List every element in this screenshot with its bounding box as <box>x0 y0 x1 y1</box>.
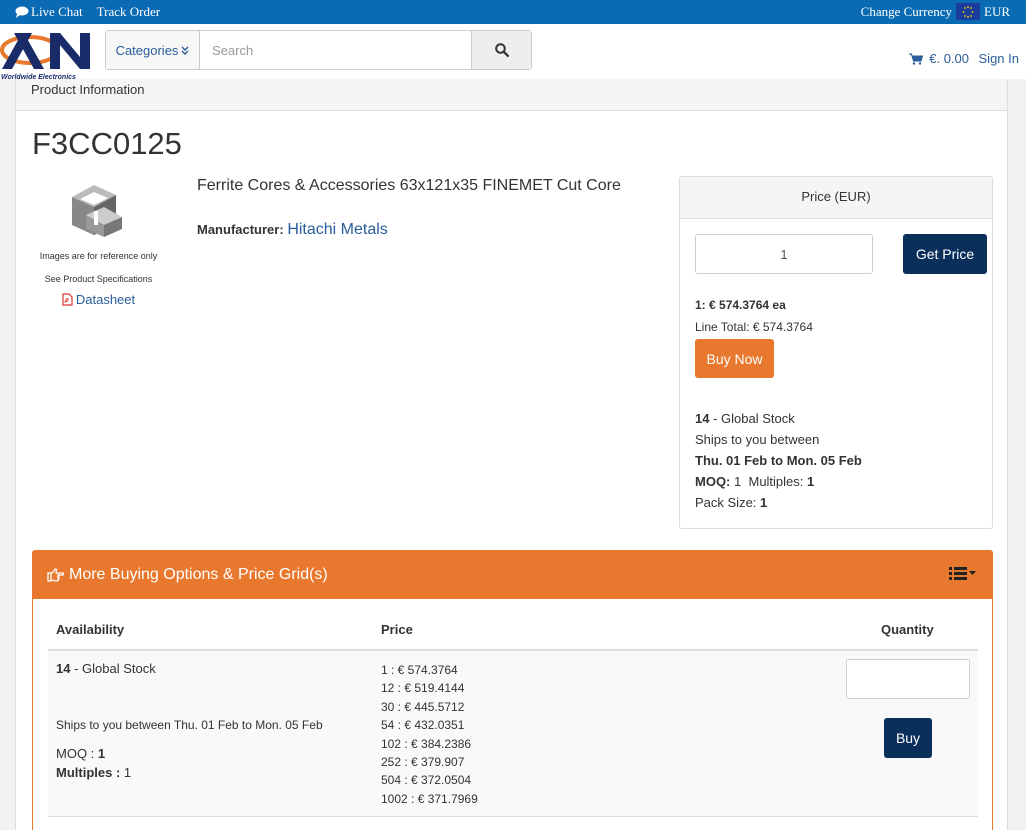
row-availability: 14 - Global Stock <box>56 661 156 676</box>
price-tier: 252 : € 379.907 <box>381 755 465 770</box>
panel-heading: Product Information <box>16 79 1007 111</box>
buy-now-button[interactable]: Buy Now <box>695 339 774 378</box>
page-title: F3CC0125 <box>32 126 182 161</box>
price-tier: 12 : € 519.4144 <box>381 681 465 696</box>
datasheet-label: Datasheet <box>75 292 136 307</box>
sign-in-link[interactable]: Sign In <box>979 51 1019 66</box>
get-price-button[interactable]: Get Price <box>903 234 987 274</box>
search-bar: Categories <box>105 30 532 70</box>
top-bar: Live Chat Track Order Change Currency EU… <box>0 0 1026 24</box>
moq-row: MOQ: 1 Multiples: 1 <box>695 474 814 489</box>
price-box-heading: Price (EUR) <box>680 177 992 219</box>
multiples-label: Multiples: <box>748 474 804 489</box>
row-multiples-value: 1 <box>123 765 132 780</box>
image-disclaimer: Images are for reference only <box>39 251 158 261</box>
product-panel: Product Information F3CC0125 Images are … <box>15 79 1008 830</box>
product-image-column: Images are for reference only See Produc… <box>32 177 165 309</box>
line-total-row: Line Total: € 574.3764 <box>695 320 813 334</box>
row-moq-label: MOQ : <box>56 746 95 761</box>
double-chevron-down-icon <box>181 46 189 55</box>
price-tier: 30 : € 445.5712 <box>381 699 465 714</box>
price-grid-table: Availability Price Quantity 14 - Global … <box>48 599 978 817</box>
price-tier: 1002 : € 371.7969 <box>381 791 478 806</box>
col-price: Price <box>381 622 413 637</box>
pdf-icon <box>62 293 73 306</box>
price-tier: 1 : € 574.3764 <box>381 663 458 677</box>
moq-label: MOQ: <box>695 474 731 489</box>
change-currency-label: Change Currency <box>860 3 952 19</box>
col-quantity: Quantity <box>881 622 934 637</box>
manufacturer-label: Manufacturer: <box>197 222 284 237</box>
manufacturer-link[interactable]: Hitachi Metals <box>287 221 387 238</box>
hand-pointer-icon <box>47 568 65 582</box>
pack-size-value: 1 <box>760 495 768 510</box>
price-tier: 102 : € 384.2386 <box>381 736 472 751</box>
row-buy-button[interactable]: Buy <box>884 718 932 758</box>
cart-icon <box>909 53 924 65</box>
row-stock-text: - Global Stock <box>74 661 156 676</box>
line-total-label: Line Total: <box>695 320 750 334</box>
list-icon <box>949 567 967 580</box>
col-availability: Availability <box>56 622 125 637</box>
spec-note: See Product Specifications <box>44 274 153 284</box>
multiples-value: 1 <box>807 474 815 489</box>
datasheet-link[interactable]: Datasheet <box>62 292 135 307</box>
chat-icon <box>15 6 29 18</box>
row-stock-count: 14 <box>56 661 71 676</box>
search-icon <box>494 43 509 57</box>
ships-label: Ships to you between <box>695 432 820 447</box>
cart-total: €. 0.00 <box>929 51 969 66</box>
stock-text: - Global Stock <box>713 411 795 426</box>
site-header: Worldwide Electronics Categories €. 0.00… <box>0 24 1026 81</box>
unit-price: € 574.3764 ea <box>709 298 786 312</box>
row-moq: MOQ : 1 Multiples : 1 <box>56 744 131 782</box>
currency-selector[interactable]: Change Currency EUR <box>861 3 1010 20</box>
stock-row: 14 - Global Stock <box>695 411 795 426</box>
row-moq-value: 1 <box>97 746 106 761</box>
price-tier: 54 : € 432.0351 <box>381 718 465 733</box>
caret-down-icon <box>969 571 976 575</box>
manufacturer-row: Manufacturer: Hitachi Metals <box>197 221 388 239</box>
view-toggle-button[interactable] <box>949 567 976 580</box>
row-multiples-label: Multiples : <box>56 765 121 780</box>
price-box: Price (EUR) Get Price 1: € 574.3764 ea L… <box>679 176 993 529</box>
row-ships: Ships to you between Thu. 01 Feb to Mon.… <box>56 718 323 732</box>
pack-size-row: Pack Size: 1 <box>695 495 767 510</box>
quantity-input[interactable] <box>695 234 873 274</box>
table-row: 14 - Global Stock Ships to you between T… <box>48 651 978 817</box>
stock-count: 14 <box>695 411 710 426</box>
company-logo[interactable]: Worldwide Electronics <box>0 29 96 81</box>
row-quantity-input[interactable] <box>846 659 970 699</box>
moq-value: 1 <box>734 474 742 489</box>
cart-link[interactable]: €. 0.00 <box>909 51 969 66</box>
ship-dates: Thu. 01 Feb to Mon. 05 Feb <box>695 453 862 468</box>
table-header: Availability Price Quantity <box>48 599 978 651</box>
search-input[interactable] <box>200 31 471 69</box>
buying-options-panel: More Buying Options & Price Grid(s) Avai… <box>32 550 993 830</box>
buying-options-title: More Buying Options & Price Grid(s) <box>69 566 328 583</box>
categories-label: Categories <box>115 42 179 58</box>
eu-flag-icon <box>956 3 980 20</box>
live-chat-label: Live Chat <box>31 4 83 19</box>
track-order-link[interactable]: Track Order <box>97 4 160 20</box>
pack-size-label: Pack Size: <box>695 495 757 510</box>
product-description: Ferrite Cores & Accessories 63x121x35 FI… <box>197 177 621 194</box>
categories-dropdown[interactable]: Categories <box>106 31 200 69</box>
price-tier: 504 : € 372.0504 <box>381 773 472 788</box>
currency-code: EUR <box>984 3 1010 19</box>
logo-icon <box>0 33 90 69</box>
live-chat-link[interactable]: Live Chat <box>15 4 83 20</box>
search-button[interactable] <box>471 31 531 69</box>
product-image <box>71 185 122 237</box>
price-tiers: 1 : € 574.3764 12 : € 519.4144 30 : € 44… <box>381 661 478 808</box>
unit-price-qty: 1: <box>695 298 706 312</box>
unit-price-row: 1: € 574.3764 ea <box>695 298 786 312</box>
buying-options-header[interactable]: More Buying Options & Price Grid(s) <box>33 551 992 599</box>
line-total-value: € 574.3764 <box>752 320 813 334</box>
